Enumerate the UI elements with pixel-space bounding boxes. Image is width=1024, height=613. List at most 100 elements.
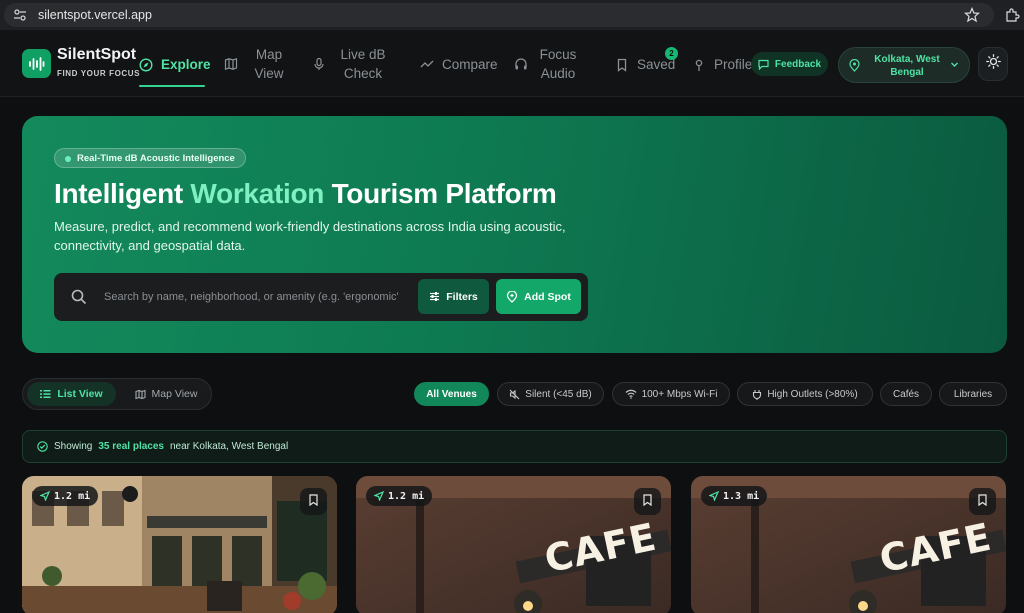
filter-label: High Outlets (>80%): [767, 388, 858, 400]
hero-subtitle: Measure, predict, and recommend work-fri…: [54, 219, 566, 253]
sun-icon: [985, 54, 1001, 74]
map-icon: [224, 57, 238, 71]
nav-focus-audio[interactable]: Focus Audio: [514, 45, 580, 83]
save-venue-button[interactable]: [300, 488, 327, 515]
filters-label: Filters: [446, 290, 478, 303]
filter-wifi[interactable]: 100+ Mbps Wi-Fi: [612, 382, 730, 406]
headphones-icon: [514, 57, 528, 71]
distance-badge: 1.2 mi: [32, 486, 99, 506]
bookmark-icon: [977, 493, 988, 511]
hero-title: Intelligent Workation Tourism Platform: [54, 178, 557, 210]
mic-icon: [312, 57, 326, 71]
map-icon: [134, 389, 146, 400]
plug-icon: [752, 389, 762, 400]
filter-cafes[interactable]: Cafés: [880, 382, 932, 406]
status-prefix: Showing: [54, 441, 93, 452]
filter-all-venues[interactable]: All Venues: [414, 382, 489, 406]
hero-title-post: Tourism Platform: [331, 178, 557, 209]
distance-value: 1.2 mi: [54, 490, 91, 502]
status-count: 35 real places: [98, 441, 164, 452]
logo[interactable]: [22, 49, 51, 78]
search-bar: Filters Add Spot: [54, 273, 588, 321]
extensions-icon[interactable]: [1004, 7, 1020, 23]
hero-banner: Real-Time dB Acoustic Intelligence Intel…: [22, 116, 1007, 353]
bookmark-icon: [308, 493, 319, 511]
nav-compare-label: Compare: [442, 57, 498, 72]
list-view-label: List View: [57, 388, 103, 400]
distance-badge: 1.3 mi: [701, 486, 768, 506]
nav-focus-audio-label: Focus Audio: [539, 47, 577, 81]
browser-toolbar: silentspot.vercel.app: [0, 0, 1024, 30]
mute-icon: [509, 389, 520, 400]
brand-name[interactable]: SilentSpot: [57, 46, 136, 64]
filter-libraries[interactable]: Libraries: [939, 382, 1007, 406]
filters-button[interactable]: Filters: [418, 279, 489, 314]
filter-silent[interactable]: Silent (<45 dB): [497, 382, 604, 406]
results-status: Showing 35 real places near Kolkata, Wes…: [22, 430, 1007, 463]
hero-title-accent: Workation: [190, 178, 325, 209]
list-icon: [40, 389, 51, 399]
search-input[interactable]: [104, 286, 399, 308]
profile-icon: [692, 58, 706, 72]
distance-value: 1.2 mi: [388, 490, 425, 502]
status-suffix: near Kolkata, West Bengal: [169, 441, 289, 452]
filter-label: Cafés: [892, 388, 920, 400]
view-toggle: List View Map View: [22, 378, 212, 410]
sliders-icon: [429, 291, 440, 302]
brand-tagline: FIND YOUR FOCUS: [57, 69, 141, 78]
add-location-icon: [506, 290, 518, 303]
url-text: silentspot.vercel.app: [38, 8, 152, 22]
navigation-arrow-icon: [709, 491, 719, 501]
bookmark-icon: [615, 58, 629, 72]
hero-tag-chip: Real-Time dB Acoustic Intelligence: [54, 148, 246, 168]
nav-map-view-label: Map View: [254, 47, 284, 81]
nav-live-db-label: Live dB Check: [340, 47, 386, 81]
filter-label: All Venues: [426, 388, 477, 400]
feedback-label: Feedback: [774, 58, 822, 70]
wifi-icon: [625, 389, 637, 399]
site-settings-icon[interactable]: [12, 7, 28, 23]
nav-compare[interactable]: Compare: [420, 55, 498, 74]
add-spot-button[interactable]: Add Spot: [496, 279, 581, 314]
nav-live-db-check[interactable]: Live dB Check: [312, 45, 392, 83]
nav-map-view[interactable]: Map View: [224, 45, 292, 83]
search-icon: [71, 289, 87, 310]
saved-count-badge: 2: [665, 47, 678, 60]
nav-profile-label: Profile: [714, 57, 753, 72]
address-bar[interactable]: silentspot.vercel.app: [4, 3, 994, 27]
filter-label: Silent (<45 dB): [525, 388, 592, 400]
soundwave-icon: [29, 56, 45, 71]
nav-explore-label: Explore: [161, 57, 211, 72]
chat-icon: [758, 59, 769, 70]
bookmark-icon: [642, 493, 653, 511]
chevron-down-icon: [950, 60, 959, 72]
venue-card[interactable]: 1.2 mi: [22, 476, 337, 613]
nav-explore[interactable]: Explore: [139, 55, 211, 74]
compare-icon: [420, 58, 434, 72]
filter-label: Libraries: [953, 388, 993, 400]
venue-card[interactable]: CAFE 1.2 mi: [356, 476, 671, 613]
save-venue-button[interactable]: [969, 488, 996, 515]
top-navigation: SilentSpot FIND YOUR FOCUS Explore Map V…: [0, 30, 1024, 97]
live-dot: [65, 156, 71, 162]
location-pin-icon: [849, 58, 860, 75]
feedback-button[interactable]: Feedback: [751, 52, 828, 76]
save-venue-button[interactable]: [634, 488, 661, 515]
navigation-arrow-icon: [374, 491, 384, 501]
bookmark-star-icon[interactable]: [963, 6, 981, 23]
add-spot-label: Add Spot: [524, 290, 571, 303]
theme-toggle-button[interactable]: [978, 47, 1008, 81]
filter-outlets[interactable]: High Outlets (>80%): [737, 382, 873, 406]
list-view-button[interactable]: List View: [27, 382, 116, 406]
location-label: Kolkata, West Bengal: [874, 54, 940, 78]
venue-card[interactable]: CAFE 1.3 mi: [691, 476, 1006, 613]
location-selector[interactable]: Kolkata, West Bengal: [838, 47, 970, 83]
map-view-button[interactable]: Map View: [123, 382, 209, 406]
filter-label: 100+ Mbps Wi-Fi: [641, 388, 718, 400]
check-circle-icon: [37, 441, 48, 452]
hero-tag-label: Real-Time dB Acoustic Intelligence: [77, 152, 235, 164]
nav-profile[interactable]: Profile: [692, 55, 752, 74]
distance-badge: 1.2 mi: [366, 486, 433, 506]
compass-icon: [139, 57, 153, 72]
hero-title-pre: Intelligent: [54, 178, 183, 209]
